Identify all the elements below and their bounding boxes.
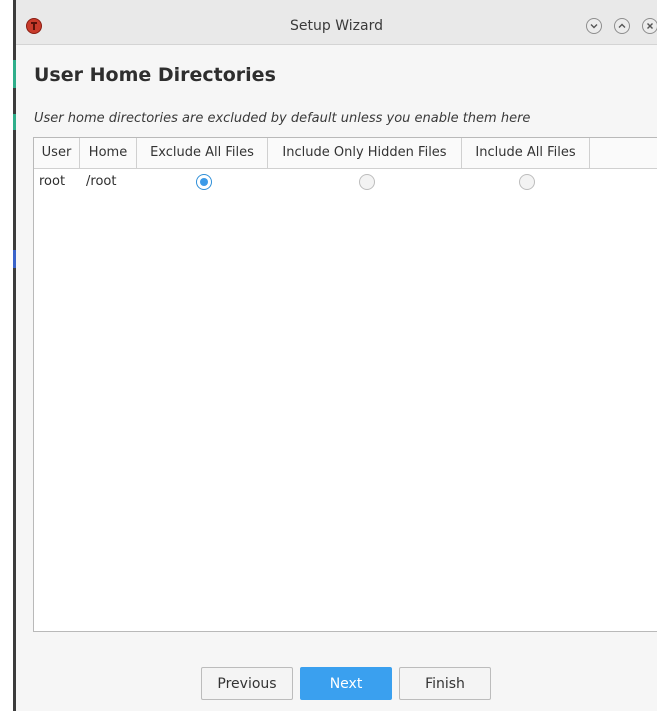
- finish-button[interactable]: Finish: [399, 667, 491, 700]
- chevron-up-icon: [618, 23, 626, 28]
- setup-wizard-window: Setup Wizard User Home Directories User …: [16, 0, 657, 711]
- home-directories-table[interactable]: User Home Exclude All Files Include Only…: [33, 137, 657, 632]
- chevron-down-icon: [590, 24, 598, 29]
- window-title: Setup Wizard: [290, 18, 383, 34]
- close-button[interactable]: [642, 18, 657, 34]
- next-button[interactable]: Next: [300, 667, 392, 700]
- cell-user: root: [39, 174, 66, 189]
- minimize-button[interactable]: [586, 18, 602, 34]
- column-header-exclude-all-files[interactable]: Exclude All Files: [137, 138, 268, 168]
- close-icon: [647, 23, 653, 29]
- cell-home: /root: [86, 174, 117, 189]
- page-subtitle: User home directories are excluded by de…: [34, 111, 531, 126]
- column-header-user[interactable]: User: [34, 138, 80, 168]
- maximize-button[interactable]: [614, 18, 630, 34]
- column-header-home[interactable]: Home: [80, 138, 137, 168]
- title-bar[interactable]: Setup Wizard: [16, 0, 657, 45]
- column-header-include-only-hidden-files[interactable]: Include Only Hidden Files: [268, 138, 462, 168]
- page-title: User Home Directories: [34, 64, 276, 86]
- background-window-strip: [0, 0, 16, 711]
- previous-button[interactable]: Previous: [201, 667, 293, 700]
- table-row[interactable]: root /root: [34, 169, 657, 195]
- radio-include-only-hidden-files[interactable]: [359, 174, 375, 190]
- column-header-include-all-files[interactable]: Include All Files: [462, 138, 590, 168]
- radio-include-all-files[interactable]: [519, 174, 535, 190]
- table-header: User Home Exclude All Files Include Only…: [34, 138, 657, 169]
- radio-exclude-all-files[interactable]: [196, 174, 212, 190]
